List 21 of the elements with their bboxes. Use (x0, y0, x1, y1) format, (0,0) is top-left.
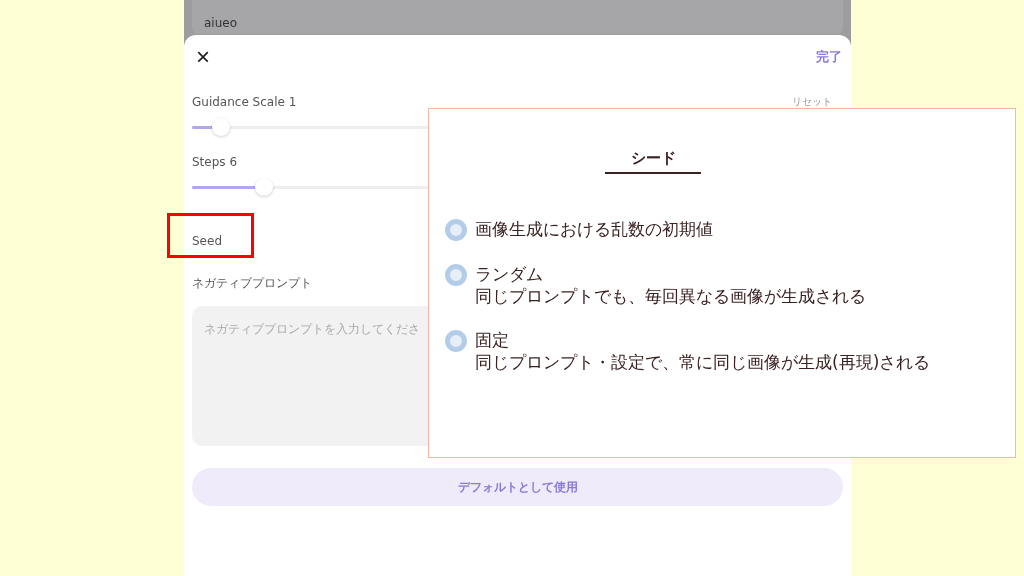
slider-label: Steps 6 (192, 155, 238, 169)
slider-label: Guidance Scale 1 (192, 95, 297, 109)
done-button[interactable]: 完了 (816, 48, 842, 66)
bullet-detail: 同じプロンプト・設定で、常に同じ画像が生成(再現)される (475, 351, 931, 373)
seed-label: Seed (192, 234, 222, 248)
bullet-text: 固定 (475, 329, 510, 351)
prompt-field[interactable]: aiueo (192, 0, 843, 34)
slider-thumb[interactable] (211, 118, 230, 136)
section-label: ネガティブプロンプト (192, 275, 312, 292)
bullet-icon (445, 219, 467, 241)
bullet-icon (445, 330, 467, 352)
default-button[interactable]: デフォルトとして使用 (192, 468, 843, 506)
bullet-icon (445, 264, 467, 286)
reset-button[interactable]: リセット (792, 95, 842, 109)
callout-title: シード (605, 149, 701, 174)
bullet-detail: 同じプロンプトでも、毎回異なる画像が生成される (475, 285, 866, 307)
close-button[interactable]: × (192, 45, 214, 69)
slider-thumb[interactable] (254, 178, 273, 196)
prompt-text: aiueo (204, 16, 238, 30)
bullet-text: ランダム (475, 263, 544, 285)
bullet-text: 画像生成における乱数の初期値 (475, 218, 713, 240)
